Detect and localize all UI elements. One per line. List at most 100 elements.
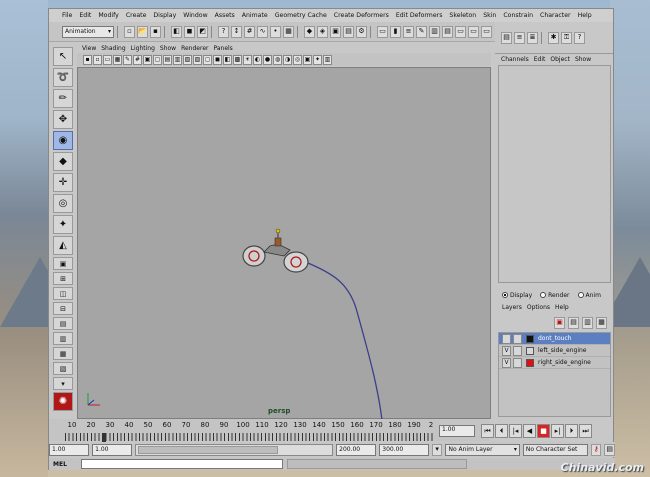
command-input[interactable] [81,459,283,469]
animation-start-field[interactable]: 1.00 [49,443,90,456]
input-line-icon[interactable]: ▭ [377,25,388,38]
current-time-marker[interactable] [102,433,106,442]
move-layer-up-icon[interactable]: ▣ [554,316,565,329]
menu-edit[interactable]: Edit [76,12,94,19]
render-settings-icon[interactable]: ⚙ [356,25,367,38]
isolate-select-icon[interactable]: ◎ [293,54,302,65]
range-slider-track[interactable] [135,443,334,456]
radio-display[interactable]: Display [502,292,532,299]
menu-file[interactable]: File [59,12,75,19]
new-layer-icon[interactable]: ▥ [582,316,593,329]
menu-edit-deformers[interactable]: Edit Deformers [393,12,446,19]
toggle-panel-icon[interactable]: ▭ [455,25,466,38]
layer-editor-icon[interactable]: ▤ [442,25,453,38]
playback-start-field[interactable]: 1.00 [92,443,133,456]
attribute-icon[interactable]: ≡ [514,31,525,44]
menu-modify[interactable]: Modify [95,12,122,19]
use-all-lights-icon[interactable]: ☀ [243,54,252,65]
hud-icon[interactable]: ▥ [323,54,332,65]
layers-menu-options[interactable]: Options [527,304,550,311]
layer-visibility-toggle[interactable]: V [502,345,511,356]
auto-key-icon[interactable]: ⚷ [590,443,602,456]
camera-attributes-icon[interactable]: ▪ [83,54,92,65]
scale-tool-icon[interactable]: ◆ [53,152,73,171]
animation-end-field[interactable]: 300.00 [379,443,429,456]
cb-menu-channels[interactable]: Channels [501,56,529,63]
menu-help[interactable]: Help [575,12,595,19]
snap-plane-icon[interactable]: ▦ [283,25,294,38]
tool-settings-icon[interactable]: ≣ [527,31,538,44]
time-ruler[interactable]: 10 20 30 40 50 60 70 80 90 100 110 120 1… [65,421,435,442]
layer-color-swatch[interactable] [526,334,534,343]
layer-playback-toggle[interactable] [513,345,522,356]
panel-menu-renderer[interactable]: Renderer [181,45,208,52]
menu-create[interactable]: Create [123,12,150,19]
wireframe-on-shaded-icon[interactable]: ◧ [223,54,232,65]
field-chart-icon[interactable]: ▥ [173,54,182,65]
soft-mod-tool-icon[interactable]: ◎ [53,194,73,213]
maya-logo-icon[interactable]: ✺ [53,392,73,411]
anim-layer-select[interactable]: No Anim Layer ▾ [445,443,520,456]
new-layer-selected-icon[interactable]: ▦ [596,316,607,329]
menu-geometry-cache[interactable]: Geometry Cache [272,12,330,19]
command-language-label[interactable]: MEL [49,461,77,468]
rotate-tool-icon[interactable]: ◉ [53,131,73,150]
history-icon[interactable]: ◆ [304,25,315,38]
go-to-start-icon[interactable]: ⏮ [481,424,494,438]
range-slider-handle[interactable] [138,445,279,454]
layers-menu-layers[interactable]: Layers [502,304,522,311]
menu-constrain[interactable]: Constrain [500,12,536,19]
stop-icon[interactable]: ■ [537,424,550,438]
playback-end-field[interactable]: 200.00 [336,443,377,456]
radio-anim[interactable]: Anim [577,292,601,299]
new-scene-icon[interactable]: ▫ [124,25,135,38]
menu-character[interactable]: Character [537,12,574,19]
time-slider[interactable]: 10 20 30 40 50 60 70 80 90 100 110 120 1… [49,419,489,442]
layers-menu-help[interactable]: Help [555,304,569,311]
layout-four-icon[interactable]: ⊞ [53,272,73,285]
safe-action-icon[interactable]: ▧ [183,54,192,65]
select-by-type-icon[interactable]: ? [218,25,229,38]
go-to-end-icon[interactable]: ⏭ [579,424,592,438]
paint-select-icon[interactable]: ✏ [53,89,73,108]
layer-playback-toggle[interactable] [513,357,522,368]
manipulator-tool-icon[interactable]: ✛ [53,173,73,192]
layer-row[interactable]: dont_touch [499,333,610,345]
menu-create-deformers[interactable]: Create Deformers [331,12,392,19]
channel-box-toggle-icon[interactable]: ≡ [403,25,414,38]
panel-menu-shading[interactable]: Shading [101,45,125,52]
safe-title-icon[interactable]: ▨ [193,54,202,65]
wireframe-icon[interactable]: ◻ [203,54,212,65]
textured-icon[interactable]: ▩ [233,54,242,65]
image-plane-icon[interactable]: ▭ [103,54,112,65]
panel-menu-panels[interactable]: Panels [213,45,232,52]
ipr-render-icon[interactable]: ▤ [343,25,354,38]
show-hide-icon[interactable]: ▮ [390,25,401,38]
channel-box-list[interactable] [498,65,611,283]
last-tool-icon[interactable]: ✦ [53,215,73,234]
panel-menu-show[interactable]: Show [160,45,176,52]
move-layer-down-icon[interactable]: ▤ [568,316,579,329]
cb-menu-show[interactable]: Show [575,56,591,63]
step-forward-key-icon[interactable]: ▸| [551,424,564,438]
multisample-icon[interactable]: ◑ [283,54,292,65]
pick-mask-icon[interactable]: ↕ [231,25,242,38]
bookmark-icon[interactable]: ▫ [93,54,102,65]
layer-row[interactable]: V right_side_engine [499,357,610,369]
toggle-panel-icon[interactable]: ▭ [468,25,479,38]
select-component-icon[interactable]: ◩ [197,25,208,38]
resolution-gate-icon[interactable]: ▢ [153,54,162,65]
layout-single-icon[interactable]: ▣ [53,257,73,270]
save-scene-icon[interactable]: ▪ [150,25,161,38]
layout-outliner-icon[interactable]: ▧ [53,362,73,375]
select-hierarchy-icon[interactable]: ◧ [171,25,182,38]
grid-icon[interactable]: # [133,54,142,65]
move-tool-icon[interactable]: ✥ [53,110,73,129]
play-backwards-icon[interactable]: ◀ [523,424,536,438]
animation-preferences-icon[interactable]: ▤ [604,443,615,456]
attribute-editor-icon[interactable]: ▥ [429,25,440,38]
open-scene-icon[interactable]: 📂 [137,25,148,38]
chevron-down-icon[interactable]: ▾ [431,443,443,456]
menu-animate[interactable]: Animate [239,12,271,19]
render-frame-icon[interactable]: ▣ [330,25,341,38]
